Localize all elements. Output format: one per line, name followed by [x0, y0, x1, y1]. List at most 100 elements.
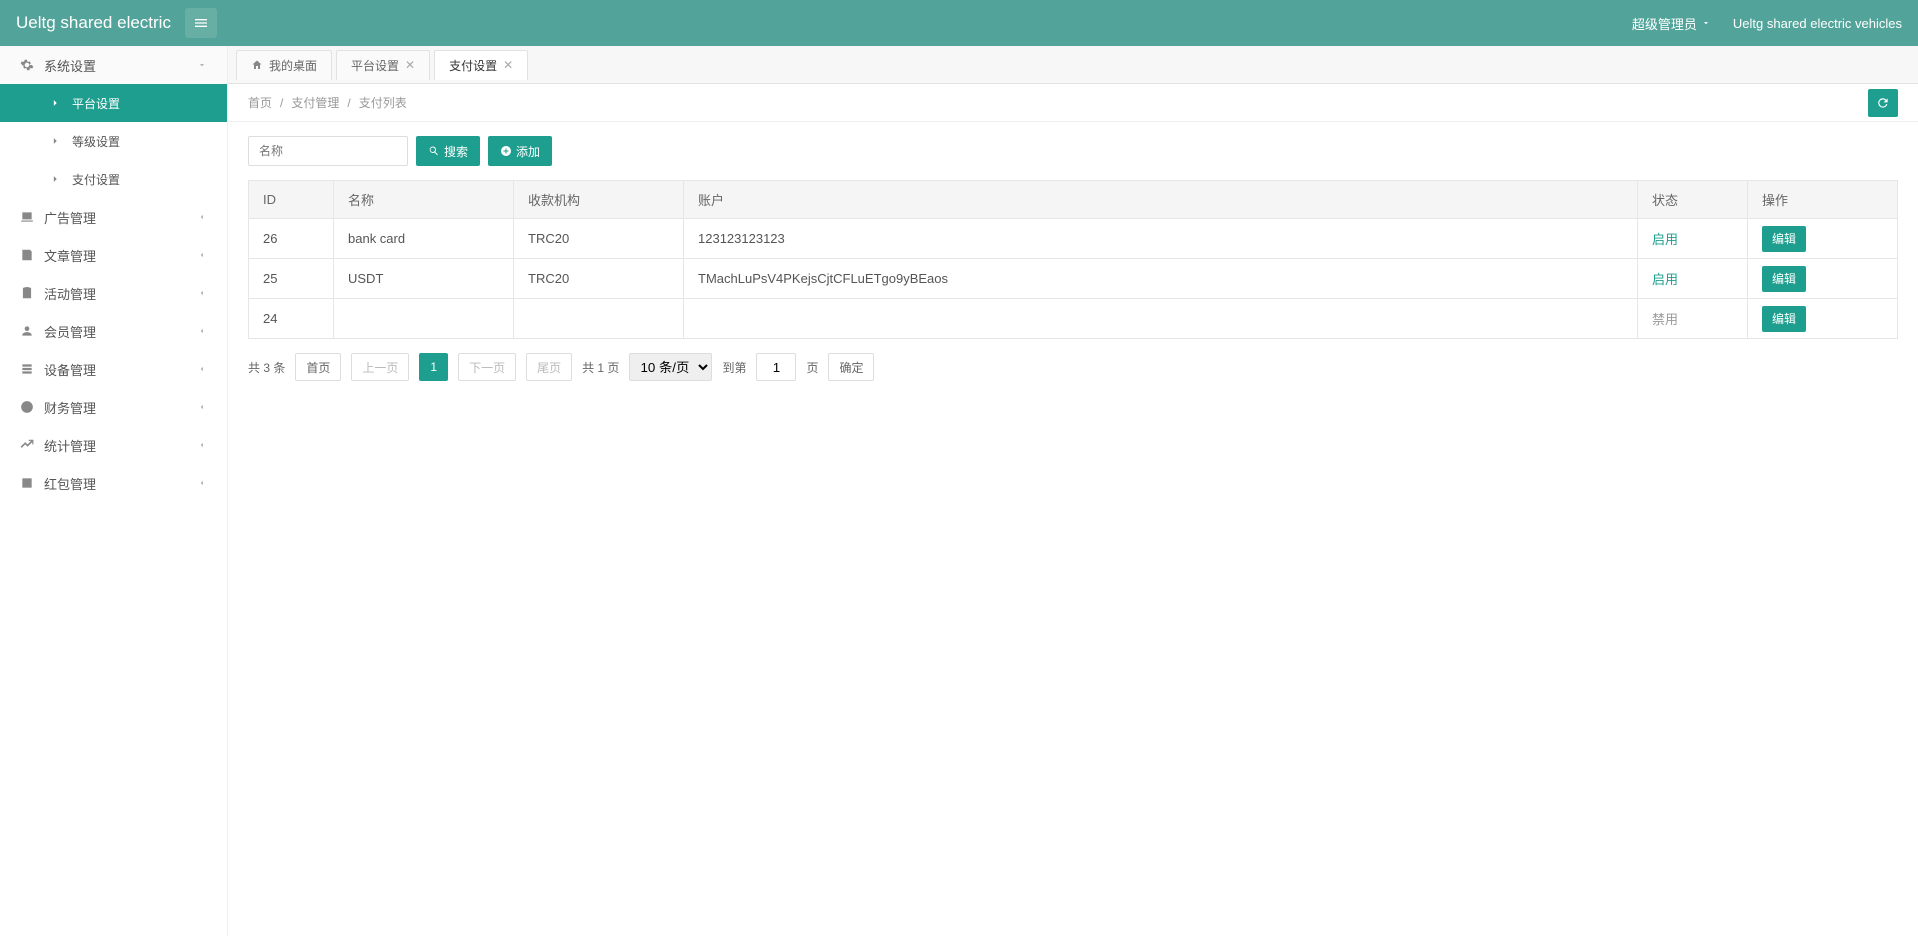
first-page-button[interactable]: 首页 — [295, 353, 341, 381]
cell-status: 启用 — [1638, 219, 1748, 259]
crumb-section[interactable]: 支付管理 — [291, 94, 339, 111]
toolbar: 搜索 添加 — [228, 122, 1918, 180]
cell-org: TRC20 — [514, 219, 684, 259]
sidebar-item-label: 广告管理 — [44, 208, 96, 227]
sidebar-item[interactable]: 设备管理 — [0, 350, 227, 388]
menu-icon — [193, 15, 209, 31]
search-button[interactable]: 搜索 — [416, 136, 480, 166]
gear-icon — [20, 58, 34, 72]
sidebar-item[interactable]: 广告管理 — [0, 198, 227, 236]
sidebar-item-label: 财务管理 — [44, 398, 96, 417]
sidebar-sub-item[interactable]: 等级设置 — [0, 122, 227, 160]
search-icon — [428, 145, 440, 157]
brand-title: Ueltg shared electric — [16, 13, 171, 33]
cell-id: 24 — [249, 299, 334, 339]
last-page-button[interactable]: 尾页 — [526, 353, 572, 381]
cell-id: 26 — [249, 219, 334, 259]
cell-id: 25 — [249, 259, 334, 299]
user-dropdown[interactable]: 超级管理员 — [1632, 14, 1711, 33]
home-icon — [251, 59, 263, 71]
sidebar-item[interactable]: 文章管理 — [0, 236, 227, 274]
sidebar-item-label: 支付设置 — [72, 171, 120, 188]
sidebar-item[interactable]: 红包管理 — [0, 464, 227, 502]
sidebar-item-label: 等级设置 — [72, 133, 120, 150]
menu-item-icon — [20, 324, 34, 338]
search-input[interactable] — [248, 136, 408, 166]
sidebar-item-label: 红包管理 — [44, 474, 96, 493]
cell-actions: 编辑 — [1748, 259, 1898, 299]
sidebar-item[interactable]: 统计管理 — [0, 426, 227, 464]
plus-circle-icon — [500, 145, 512, 157]
chevron-left-icon — [197, 288, 207, 298]
cell-account: TMachLuPsV4PKejsCjtCFLuETgo9yBEaos — [684, 259, 1638, 299]
add-button[interactable]: 添加 — [488, 136, 552, 166]
menu-item-icon — [20, 362, 34, 376]
sidebar-item-label: 文章管理 — [44, 246, 96, 265]
goto-input[interactable] — [756, 353, 796, 381]
chevron-left-icon — [197, 212, 207, 222]
menu-item-icon — [20, 438, 34, 452]
edit-button[interactable]: 编辑 — [1762, 266, 1806, 292]
edit-button[interactable]: 编辑 — [1762, 306, 1806, 332]
sidebar-item[interactable]: 活动管理 — [0, 274, 227, 312]
sidebar-item-label: 活动管理 — [44, 284, 96, 303]
column-header: 名称 — [334, 181, 514, 219]
hamburger-button[interactable] — [185, 8, 217, 38]
page-1-button[interactable]: 1 — [419, 353, 448, 381]
table-row: 25USDTTRC20TMachLuPsV4PKejsCjtCFLuETgo9y… — [249, 259, 1898, 299]
sidebar-item-label: 设备管理 — [44, 360, 96, 379]
refresh-icon — [1876, 96, 1890, 110]
chevron-left-icon — [197, 326, 207, 336]
column-header: 账户 — [684, 181, 1638, 219]
cell-status: 禁用 — [1638, 299, 1748, 339]
edit-button[interactable]: 编辑 — [1762, 226, 1806, 252]
chevron-left-icon — [197, 250, 207, 260]
next-page-button[interactable]: 下一页 — [458, 353, 516, 381]
close-icon[interactable]: ✕ — [503, 58, 513, 72]
sidebar-group-system[interactable]: 系统设置 — [0, 46, 227, 84]
close-icon[interactable]: ✕ — [405, 58, 415, 72]
user-label: 超级管理员 — [1632, 14, 1697, 33]
column-header: 收款机构 — [514, 181, 684, 219]
goto-label: 到第 — [722, 359, 746, 376]
prev-page-button[interactable]: 上一页 — [351, 353, 409, 381]
confirm-page-button[interactable]: 确定 — [828, 353, 874, 381]
total-count: 共 3 条 — [248, 359, 285, 376]
sidebar: 系统设置 平台设置等级设置支付设置 广告管理文章管理活动管理会员管理设备管理财务… — [0, 46, 228, 936]
menu-item-icon — [20, 248, 34, 262]
tab-label: 平台设置 — [351, 57, 399, 74]
table-row: 24 禁用编辑 — [249, 299, 1898, 339]
cell-actions: 编辑 — [1748, 219, 1898, 259]
table-row: 26bank cardTRC20123123123123启用编辑 — [249, 219, 1898, 259]
breadcrumb: 首页 / 支付管理 / 支付列表 — [228, 84, 1918, 122]
page-word: 页 — [806, 359, 818, 376]
data-table: ID名称收款机构账户状态操作 26bank cardTRC20123123123… — [248, 180, 1898, 339]
crumb-page: 支付列表 — [359, 94, 407, 111]
sidebar-sub-item[interactable]: 平台设置 — [0, 84, 227, 122]
chevron-down-icon — [1701, 18, 1711, 28]
pagination: 共 3 条 首页 上一页 1 下一页 尾页 共 1 页 10 条/页 到第 页 … — [228, 339, 1918, 395]
menu-item-icon — [20, 400, 34, 414]
column-header: 状态 — [1638, 181, 1748, 219]
cell-actions: 编辑 — [1748, 299, 1898, 339]
crumb-home[interactable]: 首页 — [248, 94, 272, 111]
menu-item-icon — [20, 210, 34, 224]
cell-account — [684, 299, 1638, 339]
chevron-down-icon — [197, 60, 207, 70]
per-page-select[interactable]: 10 条/页 — [629, 353, 712, 381]
tab[interactable]: 支付设置 ✕ — [434, 50, 528, 80]
sidebar-item[interactable]: 会员管理 — [0, 312, 227, 350]
tab[interactable]: 我的桌面 — [236, 50, 332, 80]
sidebar-sub-item[interactable]: 支付设置 — [0, 160, 227, 198]
cell-status: 启用 — [1638, 259, 1748, 299]
chevron-left-icon — [197, 364, 207, 374]
cell-account: 123123123123 — [684, 219, 1638, 259]
cell-org — [514, 299, 684, 339]
tab-label: 支付设置 — [449, 57, 497, 74]
refresh-button[interactable] — [1868, 89, 1898, 117]
sidebar-item-label: 统计管理 — [44, 436, 96, 455]
chevron-right-icon — [48, 134, 62, 148]
chevron-right-icon — [48, 172, 62, 186]
sidebar-item[interactable]: 财务管理 — [0, 388, 227, 426]
tab[interactable]: 平台设置 ✕ — [336, 50, 430, 80]
